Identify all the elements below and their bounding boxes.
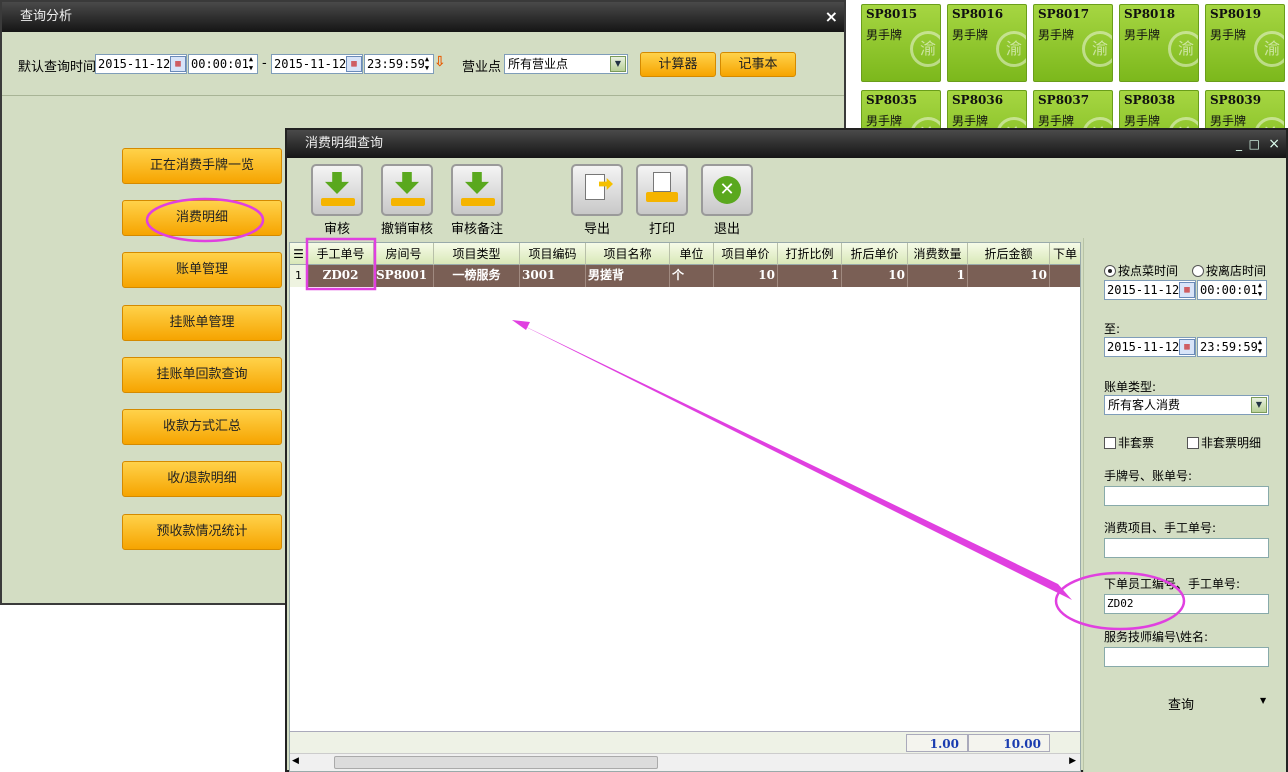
highlight-ellipse-menu — [145, 197, 265, 243]
annotation-arrowhead — [512, 320, 530, 330]
annotation-arrow — [512, 320, 1072, 600]
annotation-overlay — [145, 197, 1186, 631]
highlight-ellipse-staff-input — [1054, 571, 1186, 631]
highlight-box-manual-no — [305, 237, 377, 291]
